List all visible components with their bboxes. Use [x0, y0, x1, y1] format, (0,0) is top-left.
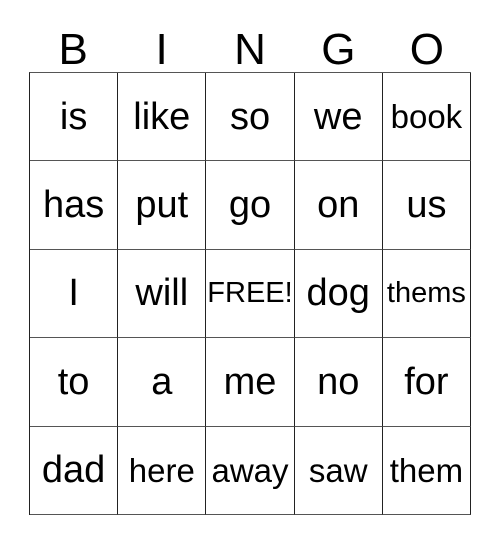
- bingo-header-letter-b: B: [29, 20, 117, 72]
- bingo-cell[interactable]: dad: [30, 426, 119, 515]
- bingo-free-space-label: FREE!: [207, 276, 293, 309]
- bingo-cell-label: book: [390, 98, 463, 136]
- bingo-header-row: B I N G O: [29, 20, 471, 72]
- bingo-cell-label: will: [135, 272, 189, 315]
- bingo-cell[interactable]: book: [382, 73, 472, 162]
- bingo-cell-label: on: [317, 184, 360, 227]
- bingo-cell[interactable]: a: [118, 338, 207, 427]
- bingo-cell[interactable]: to: [30, 338, 119, 427]
- bingo-cell-label: dog: [306, 272, 370, 315]
- bingo-cell-label: dad: [41, 449, 106, 492]
- bingo-cell[interactable]: saw: [294, 426, 383, 515]
- bingo-cell[interactable]: away: [206, 426, 295, 515]
- bingo-grid-row: dad here away saw them: [30, 426, 472, 515]
- bingo-cell[interactable]: so: [206, 73, 295, 162]
- bingo-cell[interactable]: we: [294, 73, 383, 162]
- bingo-grid-row: Iwill FREE! dog thems: [30, 249, 472, 339]
- bingo-cell-label: to: [57, 360, 90, 403]
- bingo-header-letter-i: I: [117, 20, 205, 72]
- bingo-card: B I N G O is like so we book has put go on us Iwil…: [29, 20, 472, 515]
- bingo-header-letter-n: N: [206, 20, 294, 72]
- bingo-cell-label: we: [313, 95, 363, 138]
- bingo-cell-label: a: [151, 360, 173, 403]
- bingo-header-letter-o: O: [383, 20, 471, 72]
- bingo-cell[interactable]: us: [382, 161, 472, 250]
- bingo-cell[interactable]: is: [30, 73, 119, 162]
- bingo-cell[interactable]: them: [382, 426, 472, 515]
- bingo-cell-label: no: [317, 360, 360, 403]
- bingo-grid-row: is like so we book: [30, 73, 472, 162]
- bingo-header-letter-n-label: N: [234, 25, 266, 74]
- bingo-cell-label: here: [128, 451, 195, 489]
- bingo-cell-label: away: [211, 451, 289, 489]
- bingo-header-letter-g: G: [294, 20, 382, 72]
- bingo-cell[interactable]: go: [206, 161, 295, 250]
- bingo-cell[interactable]: I: [30, 249, 119, 339]
- bingo-cell[interactable]: put: [118, 161, 207, 250]
- bingo-cell-label: thems: [386, 276, 466, 309]
- bingo-grid: is like so we book has put go on us Iwill FREE! dog t…: [29, 72, 472, 515]
- bingo-cell-label: me: [223, 360, 277, 403]
- bingo-cell-label: put: [135, 184, 189, 227]
- bingo-header-letter-o-label: O: [409, 25, 444, 74]
- bingo-grid-row: has put go on us: [30, 161, 472, 250]
- bingo-cell[interactable]: for: [382, 338, 472, 427]
- bingo-cell[interactable]: will: [118, 249, 207, 339]
- bingo-free-space-cell[interactable]: FREE!: [206, 249, 295, 339]
- bingo-cell[interactable]: here: [118, 426, 207, 515]
- bingo-cell-label: saw: [308, 451, 368, 489]
- bingo-cell-label: I: [68, 272, 79, 315]
- bingo-cell-label: like: [133, 95, 191, 138]
- bingo-cell[interactable]: me: [206, 338, 295, 427]
- bingo-cell[interactable]: has: [30, 161, 119, 250]
- bingo-cell-label: has: [42, 184, 105, 227]
- bingo-grid-row: to a me no for: [30, 338, 472, 427]
- bingo-cell-label: is: [59, 95, 88, 138]
- bingo-cell[interactable]: like: [118, 73, 207, 162]
- bingo-cell-label: us: [406, 184, 447, 227]
- bingo-header-letter-i-label: I: [155, 25, 168, 74]
- bingo-header-letter-b-label: B: [58, 25, 88, 74]
- bingo-cell[interactable]: no: [294, 338, 383, 427]
- bingo-header-letter-g-label: G: [321, 25, 356, 74]
- bingo-cell-label: go: [228, 184, 272, 227]
- bingo-cell[interactable]: on: [294, 161, 383, 250]
- bingo-cell[interactable]: thems: [382, 249, 472, 339]
- bingo-cell-label: so: [229, 95, 271, 138]
- bingo-cell[interactable]: dog: [294, 249, 383, 339]
- bingo-cell-label: for: [404, 360, 449, 403]
- bingo-cell-label: them: [389, 451, 464, 489]
